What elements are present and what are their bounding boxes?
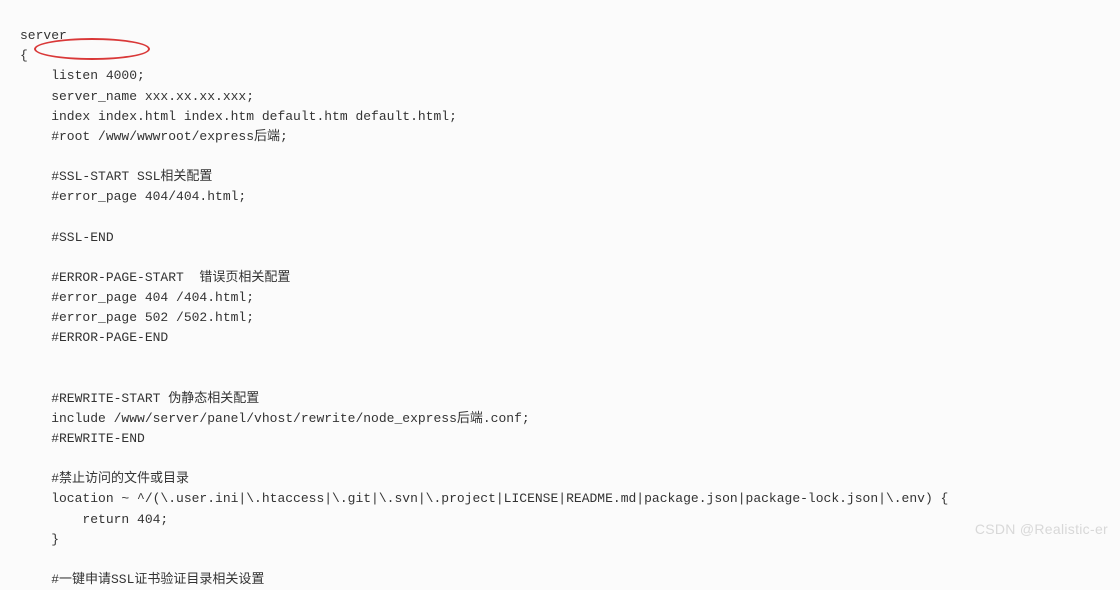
code-line: #禁止访问的文件或目录 [20, 471, 189, 486]
nginx-config-code: server { listen 4000; server_name xxx.xx… [20, 6, 1120, 590]
code-line: #root /www/wwwroot/express后端; [20, 129, 288, 144]
code-line: server_name xxx.xx.xx.xxx; [20, 89, 254, 104]
code-line: include /www/server/panel/vhost/rewrite/… [20, 411, 530, 426]
code-line: #SSL-END [20, 230, 114, 245]
code-line: #REWRITE-END [20, 431, 145, 446]
code-line: { [20, 48, 28, 63]
code-line: #REWRITE-START 伪静态相关配置 [20, 391, 259, 406]
code-line: #error_page 404/404.html; [20, 189, 246, 204]
code-line: #ERROR-PAGE-END [20, 330, 168, 345]
code-line: #一键申请SSL证书验证目录相关设置 [20, 572, 264, 587]
code-line: #error_page 502 /502.html; [20, 310, 254, 325]
code-line: listen 4000; [20, 68, 145, 83]
code-line: index index.html index.htm default.htm d… [20, 109, 457, 124]
code-line: location ~ ^/(\.user.ini|\.htaccess|\.gi… [20, 491, 948, 506]
code-line: } [20, 532, 59, 547]
code-line: return 404; [20, 512, 168, 527]
code-line: #SSL-START SSL相关配置 [20, 169, 212, 184]
code-line: server [20, 28, 67, 43]
code-line: #ERROR-PAGE-START 错误页相关配置 [20, 270, 290, 285]
code-line: #error_page 404 /404.html; [20, 290, 254, 305]
